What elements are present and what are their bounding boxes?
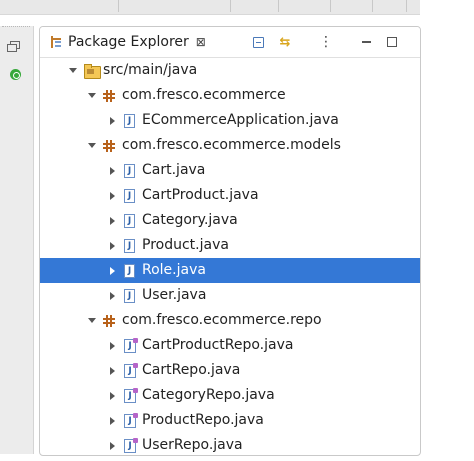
collapsed-chevron-icon[interactable]: [107, 191, 117, 201]
tree-node-label: User.java: [142, 287, 207, 303]
tree-node-label: Cart.java: [142, 162, 206, 178]
java-class-icon: J: [123, 289, 136, 303]
tree-node-package[interactable]: com.fresco.ecommerce: [40, 83, 420, 108]
left-trim-stack: [0, 26, 34, 454]
tree-node-label: CartProduct.java: [142, 187, 259, 203]
tree-node-label: Category.java: [142, 212, 238, 228]
collapsed-chevron-icon[interactable]: [107, 341, 117, 351]
package-icon: [103, 89, 116, 102]
tab-package-explorer[interactable]: Package Explorer ⊠: [40, 27, 206, 57]
expanded-chevron-icon[interactable]: [87, 316, 97, 326]
java-interface-icon: J: [123, 388, 138, 403]
collapse-all-icon[interactable]: [250, 34, 266, 50]
tree-node-label: ECommerceApplication.java: [142, 112, 339, 128]
expanded-chevron-icon[interactable]: [68, 66, 78, 76]
tree-node-label: com.fresco.ecommerce: [122, 87, 286, 103]
top-toolbar-strip: [0, 0, 420, 15]
tree-node-label: CategoryRepo.java: [142, 387, 275, 403]
link-with-editor-icon[interactable]: ⇆: [277, 34, 293, 50]
trim-drag-handle[interactable]: [2, 26, 30, 31]
tree-node-file[interactable]: J CategoryRepo.java: [40, 383, 420, 408]
view-menu-icon[interactable]: ⋮: [318, 34, 334, 50]
java-interface-icon: J: [123, 338, 138, 353]
collapsed-chevron-icon[interactable]: [107, 391, 117, 401]
tree-node-file[interactable]: J CartRepo.java: [40, 358, 420, 383]
java-interface-icon: J: [123, 413, 138, 428]
collapsed-chevron-icon[interactable]: [107, 441, 117, 451]
tree-node-package[interactable]: com.fresco.ecommerce.models: [40, 133, 420, 158]
tree-node-file[interactable]: J UserRepo.java: [40, 433, 420, 455]
tree-node-label: com.fresco.ecommerce.models: [122, 137, 341, 153]
package-icon: [103, 314, 116, 327]
collapsed-chevron-icon[interactable]: [107, 116, 117, 126]
java-class-icon: J: [123, 114, 136, 128]
tree-node-label: com.fresco.ecommerce.repo: [122, 312, 322, 328]
expanded-chevron-icon[interactable]: [87, 141, 97, 151]
package-tree: src/main/java com.fresco.ecommerce J ECo…: [40, 58, 420, 455]
java-interface-icon: J: [123, 438, 138, 453]
collapsed-chevron-icon[interactable]: [107, 166, 117, 176]
expanded-chevron-icon[interactable]: [87, 91, 97, 101]
tree-node-label: ProductRepo.java: [142, 412, 264, 428]
collapsed-chevron-icon[interactable]: [107, 216, 117, 226]
tree-node-label: src/main/java: [103, 62, 198, 78]
tree-node-label: CartProductRepo.java: [142, 337, 294, 353]
view-title: Package Explorer: [68, 34, 189, 50]
tree-node-file[interactable]: J ECommerceApplication.java: [40, 108, 420, 133]
tree-node-label: Product.java: [142, 237, 229, 253]
tree-node-file[interactable]: J Cart.java: [40, 158, 420, 183]
java-class-icon: J: [123, 264, 136, 278]
tree-node-package[interactable]: com.fresco.ecommerce.repo: [40, 308, 420, 333]
java-interface-icon: J: [123, 363, 138, 378]
tree-node-file[interactable]: J CartProductRepo.java: [40, 333, 420, 358]
tree-node-file[interactable]: J Product.java: [40, 233, 420, 258]
tree-node-file[interactable]: J Category.java: [40, 208, 420, 233]
collapsed-chevron-icon[interactable]: [107, 266, 117, 276]
java-class-icon: J: [123, 214, 136, 228]
close-icon[interactable]: ⊠: [196, 35, 206, 49]
minimize-icon[interactable]: [358, 34, 374, 50]
maximize-icon[interactable]: [384, 34, 400, 50]
package-explorer-icon: [50, 36, 62, 48]
tree-node-label: CartRepo.java: [142, 362, 241, 378]
java-class-icon: J: [123, 189, 136, 203]
package-explorer-view: Package Explorer ⊠ ⇆ ⋮ src/main/java com…: [39, 26, 421, 456]
tree-node-file[interactable]: J CartProduct.java: [40, 183, 420, 208]
view-header: Package Explorer ⊠ ⇆ ⋮: [40, 27, 420, 58]
collapsed-chevron-icon[interactable]: [107, 291, 117, 301]
collapsed-chevron-icon[interactable]: [107, 416, 117, 426]
java-class-icon: J: [123, 164, 136, 178]
java-class-icon: J: [123, 239, 136, 253]
tree-node-label: UserRepo.java: [142, 437, 243, 453]
tree-node-file-selected[interactable]: J Role.java: [40, 258, 420, 283]
collapsed-chevron-icon[interactable]: [107, 241, 117, 251]
tree-node-label: Role.java: [142, 262, 206, 278]
restore-icon[interactable]: [5, 36, 25, 54]
tree-node-file[interactable]: J User.java: [40, 283, 420, 308]
tree-node-file[interactable]: J ProductRepo.java: [40, 408, 420, 433]
ide-window: Package Explorer ⊠ ⇆ ⋮ src/main/java com…: [0, 0, 474, 461]
collapsed-chevron-icon[interactable]: [107, 366, 117, 376]
tree-node-source-folder[interactable]: src/main/java: [40, 58, 420, 83]
power-icon[interactable]: [5, 65, 25, 83]
package-icon: [103, 139, 116, 152]
source-folder-icon: [84, 64, 101, 79]
